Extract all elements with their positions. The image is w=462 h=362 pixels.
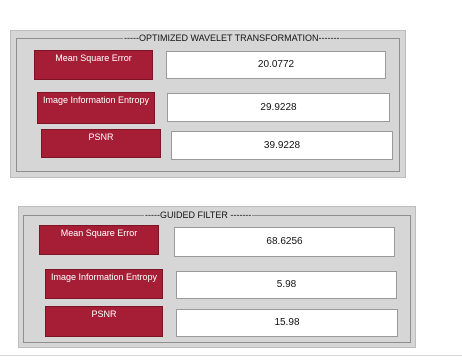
bottom-divider (0, 355, 462, 356)
wavelet-entropy-label: Image Information Entropy (37, 92, 155, 124)
guided-mse-value: 68.6256 (174, 227, 395, 257)
guided-psnr-label: PSNR (45, 306, 163, 337)
guided-mse-label: Mean Square Error (39, 225, 159, 255)
guided-entropy-value: 5.98 (176, 271, 397, 299)
wavelet-panel-title: -----OPTIMIZED WAVELET TRANSFORMATION---… (123, 32, 341, 44)
wavelet-mse-value: 20.0772 (166, 51, 386, 79)
wavelet-mse-label: Mean Square Error (34, 50, 153, 80)
guided-filter-panel-title: -----GUIDED FILTER ------- (144, 209, 253, 221)
wavelet-entropy-value: 29.9228 (167, 93, 390, 122)
wavelet-psnr-value: 39.9228 (171, 131, 393, 160)
guided-entropy-label: Image Information Entropy (45, 269, 163, 299)
wavelet-panel: -----OPTIMIZED WAVELET TRANSFORMATION---… (10, 30, 406, 178)
guided-psnr-value: 15.98 (176, 309, 398, 337)
wavelet-psnr-label: PSNR (41, 129, 161, 158)
guided-filter-panel: -----GUIDED FILTER ------- Mean Square E… (18, 206, 416, 348)
